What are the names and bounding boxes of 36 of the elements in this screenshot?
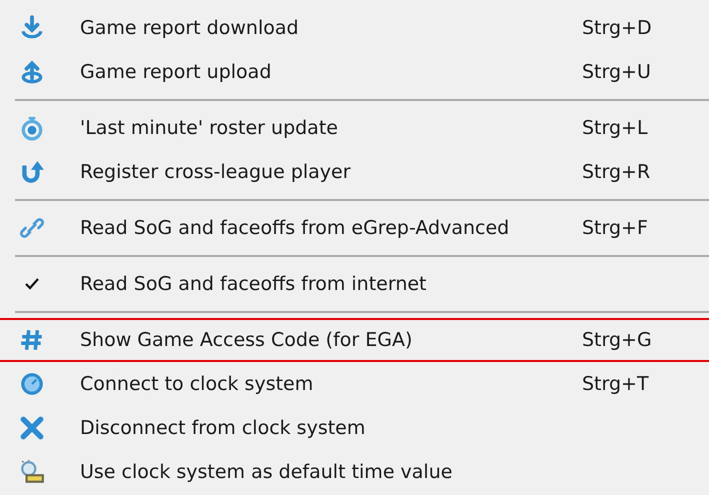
menu-item[interactable]: Game report download Strg+D <box>0 6 709 50</box>
menu-item[interactable]: 'Last minute' roster update Strg+L <box>0 106 709 150</box>
menu-item[interactable]: Game report upload Strg+U <box>0 50 709 94</box>
menu-item-label: Game report upload <box>80 61 272 83</box>
shortcut-label: Strg+L <box>582 117 648 139</box>
menu-item-label: Use clock system as default time value <box>80 461 452 483</box>
shortcut-label: Strg+D <box>582 17 652 39</box>
menu-item-label: Register cross-league player <box>80 161 351 183</box>
menu-item[interactable]: Read SoG and faceoffs from eGrep-Advanced Strg+F <box>0 206 709 250</box>
gauge-icon <box>19 371 45 397</box>
hash-icon <box>19 327 45 353</box>
menu-item-label: Disconnect from clock system <box>80 417 366 439</box>
menu-item[interactable]: Read SoG and faceoffs from internet <box>0 262 709 306</box>
stopwatch-icon <box>19 115 45 141</box>
menu-item[interactable]: Connect to clock system Strg+T <box>0 362 709 406</box>
menu-item-label: 'Last minute' roster update <box>80 117 338 139</box>
menu-item[interactable]: Use clock system as default time value <box>0 450 709 494</box>
link-icon <box>19 215 45 241</box>
shortcut-label: Strg+U <box>582 61 651 83</box>
clock-box-icon <box>19 459 45 485</box>
menu-item-label: Show Game Access Code (for EGA) <box>80 329 412 351</box>
menu-item-label: Read SoG and faceoffs from eGrep-Advanced <box>80 217 510 239</box>
menu-item-label: Read SoG and faceoffs from internet <box>80 273 427 295</box>
menu-item-label: Connect to clock system <box>80 373 314 395</box>
menu-item[interactable]: Register cross-league player Strg+R <box>0 150 709 194</box>
shortcut-label: Strg+G <box>582 329 652 351</box>
shortcut-label: Strg+T <box>582 373 649 395</box>
shortcut-label: Strg+R <box>582 161 650 183</box>
menu-item[interactable]: Show Game Access Code (for EGA) Strg+G <box>0 318 709 362</box>
shortcut-label: Strg+F <box>582 217 648 239</box>
close-icon <box>19 415 45 441</box>
download-icon <box>19 15 45 41</box>
upload-icon <box>19 59 45 85</box>
menu-item-label: Game report download <box>80 17 299 39</box>
checkmark-icon <box>25 278 39 290</box>
menu-item[interactable]: Disconnect from clock system <box>0 406 709 450</box>
